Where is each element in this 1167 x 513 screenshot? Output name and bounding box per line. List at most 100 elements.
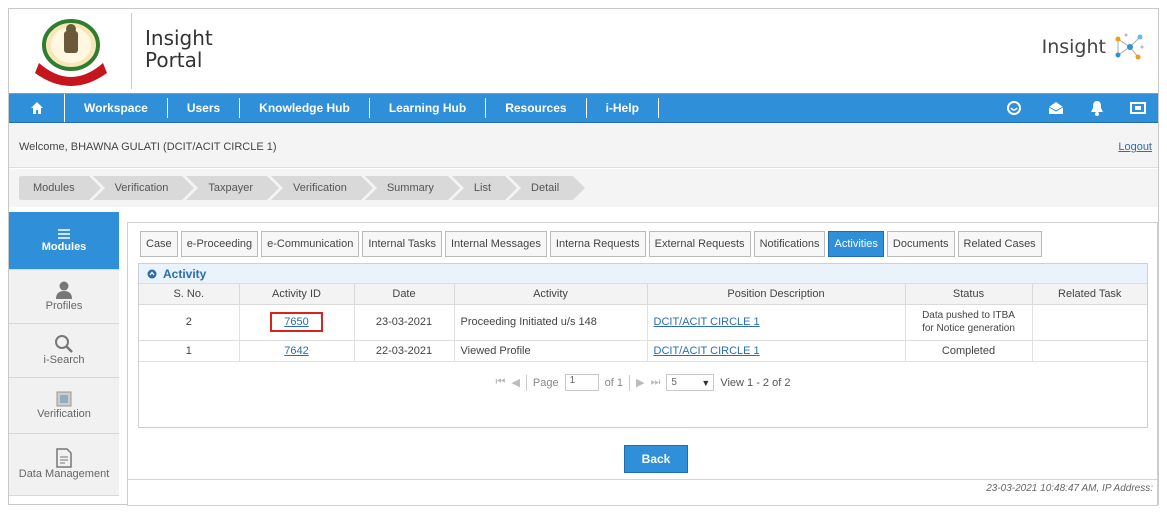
chevron-down-icon: ▼	[701, 377, 711, 388]
cell-activity: Proceeding Initiated u/s 148	[454, 304, 648, 341]
sidebar-item-profiles[interactable]: Profiles	[9, 270, 119, 324]
table-row: 2 7650 23-03-2021 Proceeding Initiated u…	[139, 304, 1147, 341]
pager-separator	[525, 374, 527, 391]
brand-text: Insight	[1041, 36, 1106, 58]
search-icon	[55, 335, 73, 353]
activity-id-link[interactable]: 7642	[284, 345, 308, 357]
crumb-verification[interactable]: Verification	[92, 176, 195, 200]
sidebar-label-verification: Verification	[37, 408, 91, 420]
col-header-sno[interactable]: S. No.	[139, 284, 240, 305]
sidebar-item-verification[interactable]: Verification	[9, 378, 119, 434]
activity-panel: Activity S. No. Activity ID Date Activit…	[138, 263, 1148, 428]
tab-notifications[interactable]: Notifications	[753, 231, 826, 257]
breadcrumb: Modules Verification Taxpayer Verificati…	[19, 176, 586, 200]
sidebar-label-data-management: Data Management	[18, 468, 110, 480]
crumb-modules[interactable]: Modules	[19, 176, 101, 200]
position-link[interactable]: DCIT/ACIT CIRCLE 1	[654, 316, 760, 328]
nav-learning-hub[interactable]: Learning Hub	[370, 98, 487, 118]
content-panel: Case e-Proceeding e-Communication Intern…	[127, 222, 1158, 506]
crumb-detail[interactable]: Detail	[509, 176, 586, 200]
portal-frame: Insight Portal Insight Workspace Users K…	[8, 8, 1159, 506]
cell-status: Completed	[905, 340, 1033, 362]
portal-title-line1: Insight	[145, 26, 213, 50]
col-header-date[interactable]: Date	[354, 284, 455, 305]
logo-divider	[131, 13, 132, 89]
income-tax-emblem-logo	[21, 15, 121, 89]
bell-icon[interactable]	[1090, 100, 1104, 116]
user-icon	[56, 281, 72, 299]
last-page-icon[interactable]: ⏭	[650, 376, 660, 389]
detail-tabs: Case e-Proceeding e-Communication Intern…	[140, 231, 1042, 257]
tab-internal-requests[interactable]: Interna Requests	[549, 231, 646, 257]
tab-external-requests[interactable]: External Requests	[648, 231, 751, 257]
view-range-text: View 1 - 2 of 2	[720, 376, 791, 389]
col-header-status[interactable]: Status	[905, 284, 1033, 305]
verification-icon	[56, 391, 72, 407]
tab-case[interactable]: Case	[140, 231, 178, 257]
activity-panel-header[interactable]: Activity	[139, 264, 1147, 284]
col-header-position[interactable]: Position Description	[647, 284, 906, 305]
activity-id-link[interactable]: 7650	[284, 316, 308, 328]
document-icon	[56, 448, 72, 468]
tab-internal-messages[interactable]: Internal Messages	[445, 231, 547, 257]
nav-users[interactable]: Users	[168, 98, 241, 118]
smiley-icon[interactable]	[1006, 100, 1022, 116]
prev-page-icon[interactable]: ◀	[511, 376, 519, 389]
tab-documents[interactable]: Documents	[886, 231, 955, 257]
logout-link[interactable]: Logout	[1118, 141, 1152, 153]
next-page-icon[interactable]: ▶	[636, 376, 644, 389]
nav-resources[interactable]: Resources	[486, 98, 587, 118]
tab-e-proceeding[interactable]: e-Proceeding	[180, 231, 259, 257]
cell-position: DCIT/ACIT CIRCLE 1	[647, 304, 906, 341]
sidebar-label-modules: Modules	[41, 241, 87, 253]
crumb-taxpayer[interactable]: Taxpayer	[186, 176, 279, 200]
header: Insight Portal Insight	[9, 9, 1158, 93]
page-of-label: of 1	[604, 376, 623, 389]
cell-related-task	[1032, 340, 1147, 362]
welcome-bar: Welcome, BHAWNA GULATI (DCIT/ACIT CIRCLE…	[9, 124, 1158, 168]
col-header-activity-id[interactable]: Activity ID	[239, 284, 355, 305]
nav-knowledge-hub[interactable]: Knowledge Hub	[240, 98, 370, 118]
expand-icon[interactable]	[1130, 101, 1146, 115]
cell-status: Data pushed to ITBA for Notice generatio…	[905, 304, 1033, 341]
insight-brand: Insight	[1042, 29, 1146, 65]
activity-table: S. No. Activity ID Date Activity Positio…	[139, 284, 1147, 362]
nav-right-icons	[1006, 100, 1158, 116]
page-size-select[interactable]: 5 ▼	[666, 374, 715, 391]
col-header-activity[interactable]: Activity	[454, 284, 648, 305]
nav-workspace[interactable]: Workspace	[65, 98, 168, 118]
crumb-verification-2[interactable]: Verification	[271, 176, 373, 200]
collapse-icon	[147, 269, 157, 278]
tab-internal-tasks[interactable]: Internal Tasks	[362, 231, 442, 257]
home-icon	[30, 102, 43, 114]
tab-related-cases[interactable]: Related Cases	[957, 231, 1042, 257]
pager: ⏮ ◀ Page 1 of 1 ▶ ⏭ 5 ▼ View 1 - 2 of 2	[139, 374, 1147, 391]
crumb-summary[interactable]: Summary	[364, 176, 460, 200]
home-button[interactable]	[9, 94, 65, 122]
table-row: 1 7642 22-03-2021 Viewed Profile DCIT/AC…	[139, 340, 1147, 362]
breadcrumb-bar: Modules Verification Taxpayer Verificati…	[9, 169, 1158, 207]
nav-i-help[interactable]: i-Help	[587, 98, 659, 118]
table-header-row: S. No. Activity ID Date Activity Positio…	[139, 284, 1147, 305]
tab-e-communication[interactable]: e-Communication	[261, 231, 360, 257]
sidebar-item-i-search[interactable]: i-Search	[9, 324, 119, 378]
portal-title-line2: Portal	[145, 48, 203, 72]
back-button[interactable]: Back	[624, 445, 688, 473]
main-nav-bar: Workspace Users Knowledge Hub Learning H…	[9, 93, 1158, 123]
mail-icon[interactable]	[1048, 101, 1064, 115]
cell-sno: 1	[139, 340, 240, 362]
welcome-text: Welcome, BHAWNA GULATI (DCIT/ACIT CIRCLE…	[19, 141, 277, 153]
cell-date: 23-03-2021	[354, 304, 455, 341]
sidebar-item-modules[interactable]: Modules	[9, 212, 119, 270]
first-page-icon[interactable]: ⏮	[496, 376, 506, 389]
page-input[interactable]: 1	[564, 374, 599, 391]
footer-timestamp: 23-03-2021 10:48:47 AM, IP Address:	[986, 483, 1153, 494]
page-size-value: 5	[671, 377, 677, 388]
sidebar: Modules Profiles i-Search Verification D…	[9, 212, 119, 506]
position-link[interactable]: DCIT/ACIT CIRCLE 1	[654, 345, 760, 357]
highlight-box: 7650	[270, 312, 323, 332]
sidebar-item-data-management[interactable]: Data Management	[9, 434, 119, 496]
col-header-related-task[interactable]: Related Task	[1032, 284, 1147, 305]
tab-activities[interactable]: Activities	[828, 231, 884, 257]
pager-separator	[628, 374, 630, 391]
